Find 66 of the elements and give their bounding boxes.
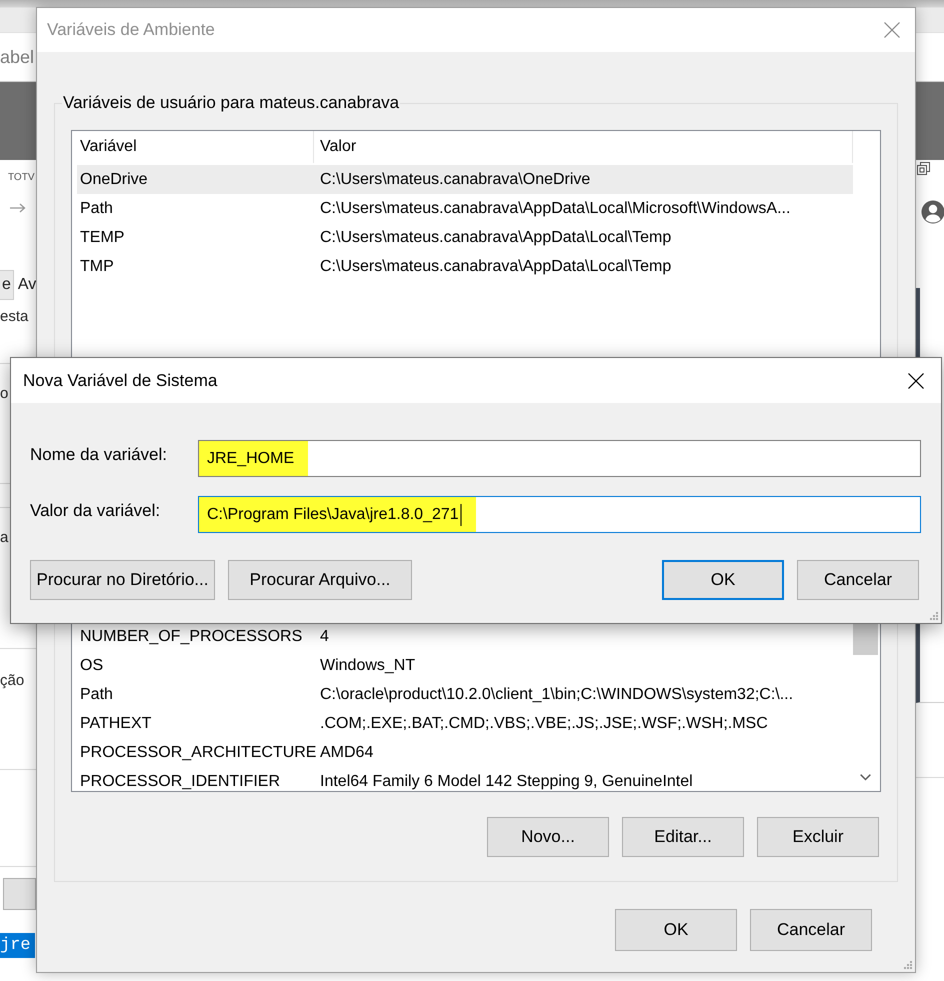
table-cell-text: PATHEXT xyxy=(79,714,152,734)
table-cell-text: C:\oracle\product\10.2.0\client_1\bin;C:\WINDOWS\system32;C:\... xyxy=(319,685,794,705)
table-row[interactable]: OneDrive C:\Users\mateus.canabrava\OneDrive xyxy=(77,165,853,194)
table-cell-text: Windows_NT xyxy=(319,656,416,676)
table-row[interactable]: TMP C:\Users\mateus.canabrava\AppData\Local\Temp xyxy=(77,252,853,281)
table-cell-text: C:\Users\mateus.canabrava\OneDrive xyxy=(319,170,592,190)
table-cell-text: Path xyxy=(79,685,114,705)
table-row[interactable]: Path C:\oracle\product\10.2.0\client_1\bin;C:\WINDOWS\system32;C:\... xyxy=(77,680,853,709)
table-cell-text: OS xyxy=(79,656,104,676)
ok-button[interactable]: OK xyxy=(615,909,737,951)
table-row[interactable]: PROCESSOR_ARCHITECTURE AMD64 xyxy=(77,738,853,767)
resize-grip-icon[interactable] xyxy=(929,611,938,620)
table-row[interactable]: TEMP C:\Users\mateus.canabrava\AppData\Local\Temp xyxy=(77,223,853,252)
close-icon[interactable] xyxy=(908,372,924,388)
column-header[interactable]: Variável xyxy=(77,131,313,163)
scrollbar-thumb[interactable] xyxy=(853,623,878,655)
table-cell-text: Intel64 Family 6 Model 142 Stepping 9, GenuineIntel xyxy=(319,772,694,791)
delete-button[interactable]: Excluir xyxy=(757,817,879,857)
table-row[interactable]: NUMBER_OF_PROCESSORS 4 xyxy=(77,623,853,651)
cancel-button[interactable]: Cancelar xyxy=(750,909,872,951)
cancel-button[interactable]: Cancelar xyxy=(797,560,919,600)
browse-folder-button[interactable]: Procurar no Diretório... xyxy=(30,560,215,600)
column-header[interactable]: Valor xyxy=(313,131,853,163)
arrow-right-icon[interactable] xyxy=(10,203,26,213)
window-title: Variáveis de Ambiente xyxy=(47,20,215,40)
table-cell-text: OneDrive xyxy=(79,170,149,190)
table-cell-text: .COM;.EXE;.BAT;.CMD;.VBS;.VBE;.JS;.JSE;.WSF;.WSH;.MSC xyxy=(319,714,769,734)
table-row[interactable]: PATHEXT .COM;.EXE;.BAT;.CMD;.VBS;.VBE;.JS;.JSE;.WSF;.WSH;.MSC xyxy=(77,709,853,738)
page-text: esta xyxy=(0,308,28,325)
table-cell-text: C:\Users\mateus.canabrava\AppData\Local\Temp xyxy=(319,257,672,277)
ok-button[interactable]: OK xyxy=(662,560,784,600)
table-cell-text: Path xyxy=(79,199,114,219)
field-label: Valor da variável: xyxy=(30,500,162,521)
edit-button[interactable]: Editar... xyxy=(622,817,744,857)
input-field[interactable]: JRE_HOME xyxy=(198,440,921,477)
chevron-down-icon[interactable] xyxy=(860,774,871,781)
field-label: Nome da variável: xyxy=(30,444,168,465)
user-avatar-icon[interactable] xyxy=(921,200,944,224)
table-cell-text: NUMBER_OF_PROCESSORS xyxy=(79,627,304,647)
variable-list[interactable] xyxy=(71,130,881,360)
table-cell-text: TMP xyxy=(79,257,115,277)
selected-text: jre xyxy=(0,933,35,958)
text-cursor-icon xyxy=(460,504,462,526)
page-text: a xyxy=(0,529,8,546)
table-row[interactable]: OS Windows_NT xyxy=(77,651,853,680)
table-cell-text: PROCESSOR_ARCHITECTURE xyxy=(79,743,318,763)
table-cell-text: PROCESSOR_IDENTIFIER xyxy=(79,772,282,791)
variable-list[interactable] xyxy=(71,622,881,792)
window-title: Nova Variável de Sistema xyxy=(23,370,218,390)
table-row[interactable]: Path C:\Users\mateus.canabrava\AppData\Local\Microsoft\WindowsA... xyxy=(77,194,853,223)
group-title: Variáveis de usuário para mateus.canabrava xyxy=(62,94,400,112)
table-cell-text: TEMP xyxy=(79,228,126,248)
page-text: ção xyxy=(0,672,24,689)
table-cell-text: C:\Users\mateus.canabrava\AppData\Local\Temp xyxy=(319,228,672,248)
restore-icon[interactable] xyxy=(917,162,930,175)
input-field[interactable]: C:\Program Files\Java\jre1.8.0_271 xyxy=(198,496,921,533)
new-button[interactable]: Novo... xyxy=(487,817,609,857)
browse-file-button[interactable]: Procurar Arquivo... xyxy=(228,560,412,600)
resize-grip-icon[interactable] xyxy=(903,960,912,969)
tab[interactable]: e xyxy=(0,270,14,300)
page-text: o xyxy=(0,385,8,402)
table-cell-text: C:\Users\mateus.canabrava\AppData\Local\Microsoft\WindowsA... xyxy=(319,199,792,219)
table-cell-text: AMD64 xyxy=(319,743,374,763)
table-cell-text: 4 xyxy=(319,627,330,647)
table-row[interactable]: PROCESSOR_IDENTIFIER Intel64 Family 6 Model 142 Stepping 9, GenuineIntel xyxy=(77,767,853,791)
toolbar-label: TOTV xyxy=(8,172,34,184)
